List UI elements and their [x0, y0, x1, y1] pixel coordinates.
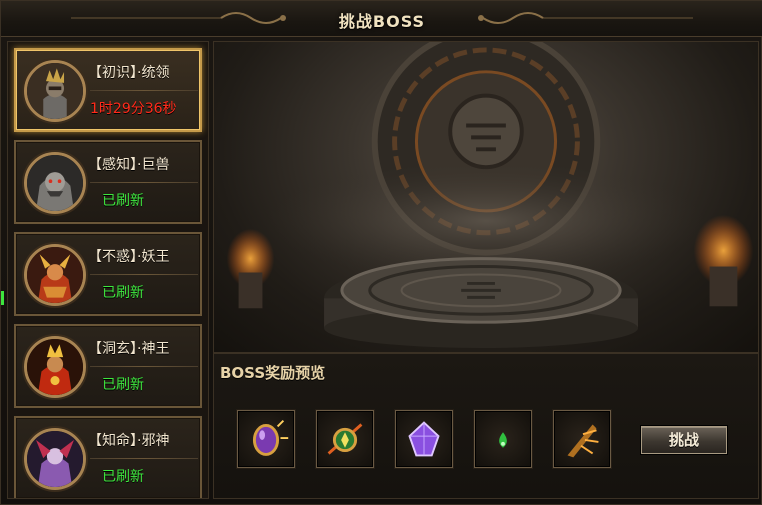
- reward-slot-1[interactable]: [237, 410, 295, 468]
- card-divider: [90, 274, 198, 275]
- titlebar: 挑战BOSS: [1, 1, 762, 37]
- boss-name: 【不惑】·妖王: [88, 249, 170, 265]
- boss-card-jushou[interactable]: 【感知】·巨兽 已刷新: [14, 140, 202, 224]
- boss-arena-scene: [213, 41, 759, 353]
- golden-wing-icon: [567, 424, 599, 458]
- reward-slot-5[interactable]: [553, 410, 611, 468]
- god-king-icon: [27, 339, 83, 395]
- boss-list[interactable]: 【初识】·统领 1时29分36秒 【感知】·巨兽 已刷新 【不惑】·妖王 已刷新…: [7, 41, 209, 499]
- boss-portrait: [24, 428, 86, 490]
- boss-portrait: [24, 60, 86, 122]
- boss-portrait: [24, 152, 86, 214]
- boss-name: 【初识】·统领: [88, 65, 170, 81]
- evil-god-icon: [27, 431, 83, 487]
- green-drop-icon: [499, 432, 507, 448]
- purple-egg-icon: [252, 419, 289, 456]
- green-orb-icon: [327, 423, 363, 455]
- card-divider: [90, 182, 198, 183]
- card-divider: [90, 90, 198, 91]
- reward-preview-panel: BOSS奖励预览 挑战: [213, 353, 759, 499]
- armored-warrior-icon: [27, 63, 83, 119]
- boss-card-shenwang[interactable]: 【洞玄】·神王 已刷新: [14, 324, 202, 408]
- boss-name: 【感知】·巨兽: [88, 157, 170, 173]
- violet-gem-icon: [408, 421, 440, 457]
- boss-respawn-timer: 1时29分36秒: [90, 101, 177, 117]
- edge-indicator: [1, 291, 4, 305]
- stone-altar-illustration: [226, 42, 754, 349]
- boss-card-tongling[interactable]: 【初识】·统领 1时29分36秒: [14, 48, 202, 132]
- reward-slot-4[interactable]: [474, 410, 532, 468]
- boss-portrait: [24, 336, 86, 398]
- challenge-button[interactable]: 挑战: [641, 426, 727, 454]
- reward-slot-3[interactable]: [395, 410, 453, 468]
- boss-name: 【洞玄】·神王: [88, 341, 170, 357]
- boss-status: 已刷新: [102, 285, 144, 301]
- boss-status: 已刷新: [102, 193, 144, 209]
- reward-preview-title: BOSS奖励预览: [220, 364, 326, 382]
- card-divider: [90, 366, 198, 367]
- demon-king-icon: [27, 247, 83, 303]
- boss-card-yaowang[interactable]: 【不惑】·妖王 已刷新: [14, 232, 202, 316]
- card-divider: [90, 458, 198, 459]
- title-ornament-right: [478, 12, 693, 24]
- boss-portrait: [24, 244, 86, 306]
- boss-status: 已刷新: [102, 377, 144, 393]
- reward-slot-2[interactable]: [316, 410, 374, 468]
- boss-name: 【知命】·邪神: [88, 433, 170, 449]
- boss-status: 已刷新: [102, 469, 144, 485]
- challenge-boss-window: 挑战BOSS 【初识】·统领 1时29分36秒 【感知】·巨兽 已刷新 【不惑】…: [0, 0, 762, 505]
- boss-card-xieshen[interactable]: 【知命】·邪神 已刷新: [14, 416, 202, 498]
- beast-icon: [27, 155, 83, 211]
